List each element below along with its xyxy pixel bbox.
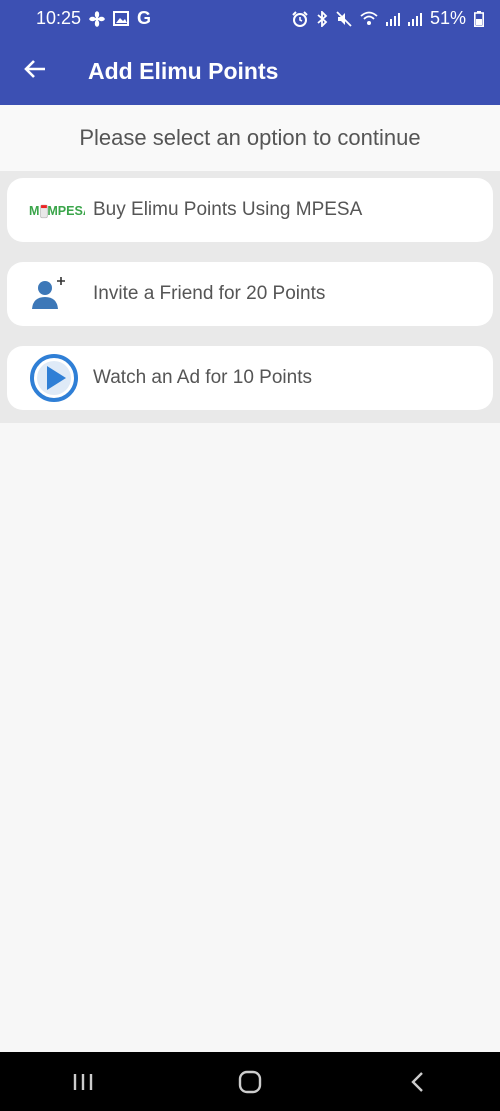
- arrow-back-icon: [24, 59, 46, 84]
- recent-apps-button[interactable]: [53, 1052, 113, 1111]
- page-title: Add Elimu Points: [88, 57, 279, 84]
- battery-percent: 51%: [429, 8, 466, 28]
- option-invite-friend[interactable]: Invite a Friend for 20 Points: [7, 262, 493, 326]
- option-label: Watch an Ad for 10 Points: [93, 367, 312, 388]
- home-button[interactable]: [220, 1052, 280, 1111]
- option-buy-mpesa[interactable]: M MPESA Buy Elimu Points Using MPESA: [7, 178, 493, 242]
- wifi-icon: [360, 11, 378, 26]
- status-bar: 10:25 G 51%: [0, 0, 500, 37]
- battery-icon: [474, 10, 484, 27]
- google-icon: G: [137, 8, 152, 28]
- play-circle-icon: [29, 354, 85, 402]
- mute-icon: [336, 10, 352, 27]
- option-label: Invite a Friend for 20 Points: [93, 283, 326, 304]
- mpesa-logo: M MPESA: [29, 186, 85, 234]
- svg-text:M: M: [29, 204, 39, 218]
- bluetooth-icon: [316, 10, 328, 27]
- prompt-text: Please select an option to continue: [0, 105, 500, 171]
- option-label: Buy Elimu Points Using MPESA: [93, 199, 363, 220]
- add-person-icon: [29, 270, 85, 318]
- alarm-icon: [292, 10, 308, 27]
- system-nav-bar: [0, 1052, 500, 1111]
- app-bar: Add Elimu Points: [0, 37, 500, 105]
- image-icon: [113, 11, 130, 26]
- back-button[interactable]: [0, 37, 70, 105]
- status-right: 51%: [292, 8, 484, 29]
- status-time: 10:25: [36, 8, 82, 28]
- fan-icon: [89, 10, 105, 27]
- option-watch-ad[interactable]: Watch an Ad for 10 Points: [7, 346, 493, 410]
- signal-icon: [385, 12, 400, 26]
- back-nav-button[interactable]: [387, 1052, 447, 1111]
- mpesa-logo-text: MPESA: [47, 204, 85, 218]
- signal-icon: [407, 12, 422, 26]
- status-left: 10:25 G: [36, 8, 151, 29]
- options-panel: Please select an option to continue M MP…: [0, 105, 500, 423]
